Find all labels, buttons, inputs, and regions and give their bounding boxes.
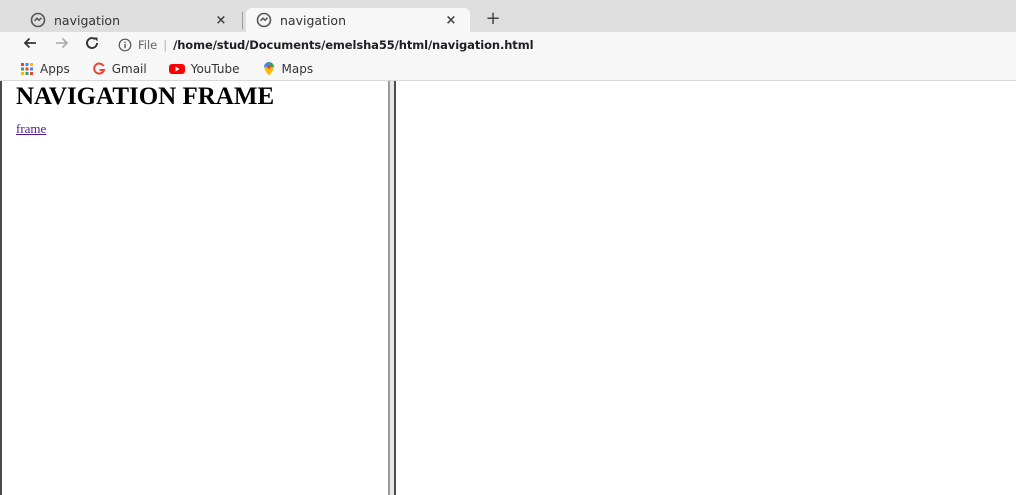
- globe-icon: [30, 12, 46, 28]
- frame-heading: NAVIGATION FRAME: [16, 83, 275, 110]
- globe-icon: [256, 12, 272, 28]
- arrow-right-icon: [54, 35, 70, 55]
- new-tab-button[interactable]: +: [482, 8, 504, 32]
- tab-navigation-1[interactable]: navigation ×: [14, 8, 240, 32]
- bookmark-apps[interactable]: Apps: [20, 62, 70, 76]
- browser-toolbar: File | /home/stud/Documents/emelsha55/ht…: [0, 32, 1016, 58]
- google-g-icon: [92, 62, 106, 76]
- frame-resize-border[interactable]: [388, 81, 396, 495]
- tab-strip: navigation × navigation × +: [0, 0, 1016, 32]
- address-bar[interactable]: File | /home/stud/Documents/emelsha55/ht…: [112, 35, 1010, 55]
- info-icon[interactable]: [118, 38, 132, 52]
- maps-pin-icon: [262, 62, 276, 76]
- browser-window: navigation × navigation × + File | /home…: [0, 0, 1016, 495]
- page-content: NAVIGATION FRAME frame: [0, 81, 1016, 495]
- omnibox-separator: |: [163, 38, 168, 52]
- back-button[interactable]: [20, 35, 40, 55]
- navigation-frame: NAVIGATION FRAME frame: [2, 81, 388, 495]
- bookmark-label: YouTube: [190, 62, 240, 76]
- bookmark-gmail[interactable]: Gmail: [92, 62, 147, 76]
- scheme-label: File: [138, 38, 158, 52]
- tab-close-button[interactable]: ×: [212, 13, 230, 28]
- bookmark-maps[interactable]: Maps: [262, 62, 314, 76]
- bookmarks-bar: Apps Gmail YouTube Maps: [0, 58, 1016, 81]
- frame-link[interactable]: frame: [16, 121, 46, 137]
- tab-divider: [242, 12, 243, 29]
- bookmark-label: Apps: [40, 62, 70, 76]
- url-text[interactable]: /home/stud/Documents/emelsha55/html/navi…: [173, 38, 533, 52]
- tab-navigation-2[interactable]: navigation ×: [246, 8, 470, 32]
- bookmark-youtube[interactable]: YouTube: [168, 62, 240, 76]
- content-frame: [396, 81, 1016, 495]
- arrow-left-icon: [22, 35, 38, 55]
- forward-button[interactable]: [52, 35, 72, 55]
- tab-close-button[interactable]: ×: [442, 13, 460, 28]
- reload-icon: [84, 35, 100, 55]
- youtube-icon: [168, 62, 185, 76]
- bookmark-label: Gmail: [111, 62, 147, 76]
- tab-title: navigation: [280, 12, 346, 28]
- bookmark-label: Maps: [281, 62, 314, 76]
- reload-button[interactable]: [82, 35, 102, 55]
- apps-grid-icon: [20, 62, 34, 76]
- tab-title: navigation: [54, 12, 120, 28]
